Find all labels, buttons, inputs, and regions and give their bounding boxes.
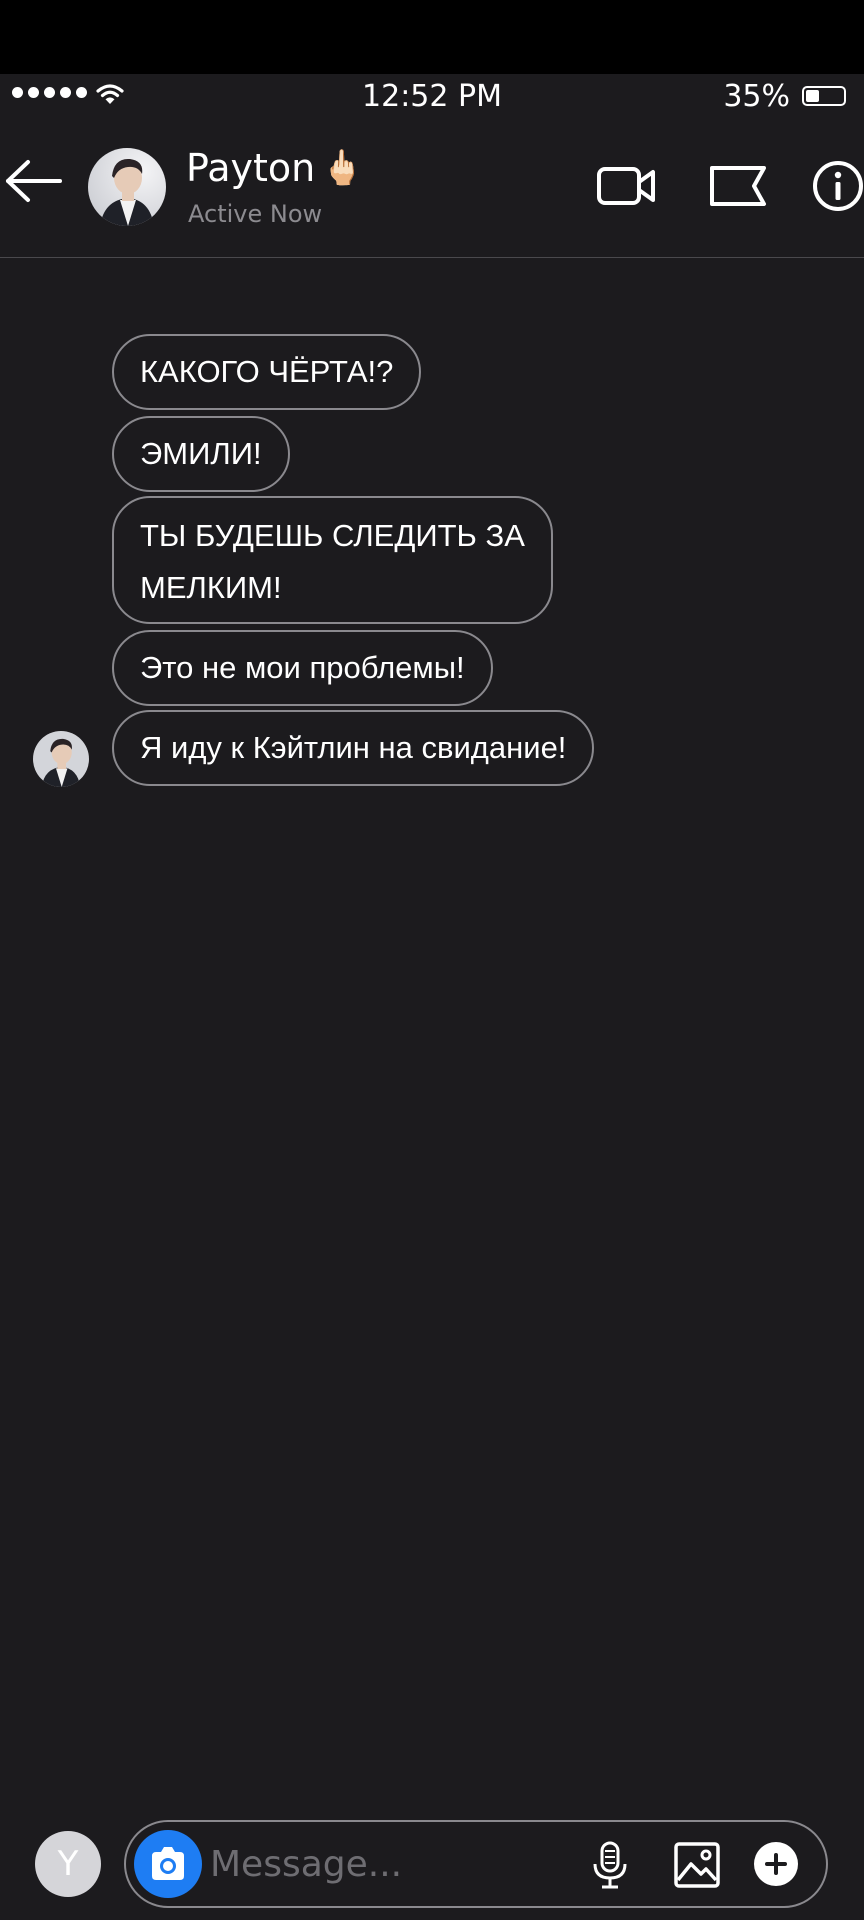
info-icon[interactable] — [812, 160, 864, 212]
battery-percentage: 35% — [723, 79, 790, 114]
message-bubble[interactable]: ЭМИЛИ! — [112, 416, 290, 492]
back-button[interactable] — [2, 156, 66, 206]
chat-screen: 12:52 PM 35% Payton 🖕🏻 Active Now КАКОГО… — [0, 0, 864, 1920]
name-emoji: 🖕🏻 — [321, 148, 364, 188]
contact-name-text: Payton — [186, 146, 316, 190]
user-avatar[interactable]: Y — [35, 1831, 101, 1897]
video-camera-icon[interactable] — [596, 162, 658, 210]
camera-button[interactable] — [134, 1830, 202, 1898]
plus-button[interactable] — [754, 1842, 798, 1886]
flag-icon[interactable] — [708, 162, 768, 210]
sender-avatar[interactable] — [33, 731, 89, 787]
camera-icon — [152, 1847, 184, 1880]
contact-name: Payton 🖕🏻 — [186, 146, 364, 190]
chat-header: Payton 🖕🏻 Active Now — [0, 116, 864, 258]
message-input[interactable] — [210, 1832, 570, 1896]
plus-icon — [765, 1853, 787, 1875]
gallery-icon[interactable] — [672, 1840, 722, 1890]
message-bubble[interactable]: Это не мои проблемы! — [112, 630, 493, 706]
battery-icon — [802, 86, 846, 106]
message-bubble[interactable]: ТЫ БУДЕШЬ СЛЕДИТЬ ЗА МЕЛКИМ! — [112, 496, 553, 624]
battery-fill — [806, 90, 819, 102]
message-composer — [124, 1820, 828, 1908]
message-bubble[interactable]: Я иду к Кэйтлин на свидание! — [112, 710, 595, 786]
contact-active-status: Active Now — [188, 200, 323, 228]
microphone-icon[interactable] — [588, 1840, 632, 1890]
message-bubble[interactable]: КАКОГО ЧЁРТА!? — [112, 334, 422, 410]
contact-avatar[interactable] — [88, 148, 166, 226]
top-bar-background — [0, 0, 864, 74]
status-bar: 12:52 PM 35% — [0, 74, 864, 116]
